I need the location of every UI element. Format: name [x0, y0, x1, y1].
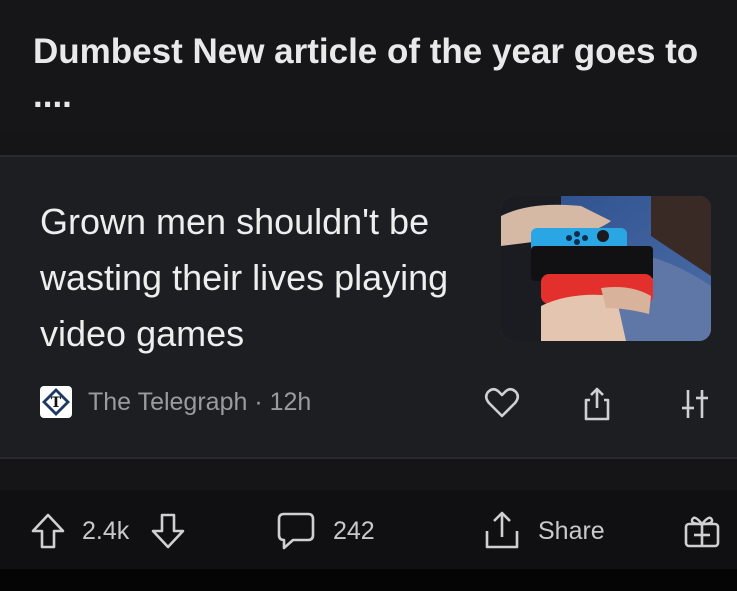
share-arrow-icon[interactable] [481, 509, 523, 551]
chat-bubble-icon[interactable] [275, 510, 317, 552]
telegraph-logo-icon: T [40, 386, 72, 418]
post-title-area: Dumbest New article of the year goes to … [0, 0, 737, 134]
article-source-and-age: The Telegraph · 12h [88, 387, 312, 416]
post-title[interactable]: Dumbest New article of the year goes to … [33, 30, 713, 118]
separator-strip [0, 134, 737, 156]
arrow-up-icon[interactable] [30, 512, 66, 550]
svg-text:T: T [51, 395, 62, 411]
arrow-down-icon[interactable] [150, 512, 186, 550]
nintendo-switch-image [501, 196, 711, 341]
filter-sliders-icon[interactable] [680, 388, 710, 420]
comment-count[interactable]: 242 [333, 516, 375, 546]
separator-strip [0, 459, 737, 490]
heart-icon[interactable] [484, 386, 520, 420]
article-source-row[interactable]: T The Telegraph · 12h [40, 384, 311, 420]
upvote-count: 2.4k [82, 517, 130, 545]
share-up-icon[interactable] [582, 386, 612, 422]
article-thumbnail[interactable] [501, 196, 711, 341]
article-headline[interactable]: Grown men shouldn't be wasting their liv… [40, 194, 480, 362]
share-button[interactable]: Share [538, 516, 605, 546]
screen-bottom-edge [0, 569, 737, 591]
gift-icon[interactable] [682, 510, 722, 550]
